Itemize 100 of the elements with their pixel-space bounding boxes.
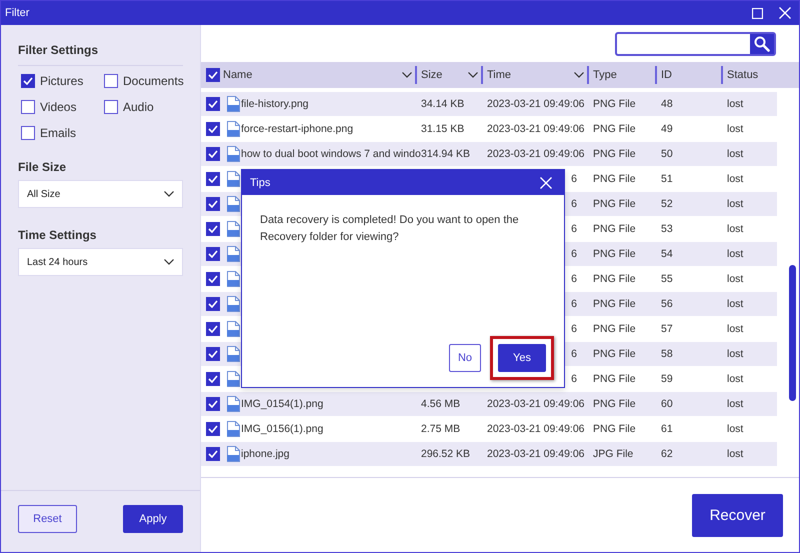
- checkbox-label: Pictures: [40, 74, 84, 88]
- table-cell: lost: [727, 373, 744, 385]
- table-cell: PNG File: [593, 273, 636, 285]
- table-cell: PNG File: [593, 423, 636, 435]
- checkbox[interactable]: [104, 74, 118, 88]
- checkbox[interactable]: [206, 447, 220, 461]
- table-cell: 51: [661, 173, 673, 185]
- table-cell: 6: [571, 223, 577, 235]
- column-header[interactable]: Size: [421, 69, 442, 81]
- table-cell: 58: [661, 348, 673, 360]
- table-cell: 6: [571, 198, 577, 210]
- table-cell: 6: [571, 348, 577, 360]
- table-cell: 62: [661, 448, 673, 460]
- checkbox[interactable]: [206, 122, 220, 136]
- search-button[interactable]: [750, 34, 774, 54]
- section-heading: File Size: [18, 160, 68, 174]
- file-icon: [226, 96, 240, 112]
- chevron-down-icon: [402, 72, 412, 78]
- reset-button[interactable]: Reset: [18, 504, 77, 532]
- checkbox[interactable]: [206, 222, 220, 236]
- checkbox[interactable]: [21, 100, 35, 114]
- table-cell: lost: [727, 173, 744, 185]
- table-cell: 2023-03-21 09:49:06: [487, 398, 584, 410]
- column-header[interactable]: Type: [593, 69, 617, 81]
- table-cell: lost: [727, 448, 744, 460]
- table-cell: 314.94 KB: [421, 148, 470, 160]
- table-cell: 61: [661, 423, 673, 435]
- table-cell: PNG File: [593, 173, 636, 185]
- table-cell: 31.15 KB: [421, 123, 464, 135]
- checkbox[interactable]: [21, 126, 35, 140]
- column-header[interactable]: Name: [223, 69, 252, 81]
- table-cell: PNG File: [593, 98, 636, 110]
- column-header[interactable]: ID: [661, 69, 672, 81]
- checkbox-label: Videos: [40, 100, 76, 114]
- table-cell: JPG File: [593, 448, 634, 460]
- no-button[interactable]: No: [449, 344, 481, 372]
- chevron-down-icon: [164, 259, 174, 265]
- file-name: force-restart-iphone.png: [241, 123, 354, 135]
- table-cell: 2023-03-21 09:49:06: [487, 123, 584, 135]
- table-row[interactable]: IMG_0154(1).png 4.56 MB 2023-03-21 09:49:06 PNG File 60 lost: [201, 392, 777, 417]
- table-cell: 48: [661, 98, 673, 110]
- checkbox[interactable]: [206, 397, 220, 411]
- checkbox[interactable]: [206, 322, 220, 336]
- table-cell: lost: [727, 273, 744, 285]
- table-cell: 2023-03-21 09:49:06: [487, 448, 584, 460]
- close-icon[interactable]: [779, 7, 791, 19]
- table-cell: 60: [661, 398, 673, 410]
- close-icon[interactable]: [540, 176, 552, 188]
- table-cell: lost: [727, 98, 744, 110]
- file-name: how to dual boot windows 7 and windo: [241, 148, 421, 160]
- checkbox[interactable]: [206, 197, 220, 211]
- search-field[interactable]: [615, 32, 776, 56]
- yes-button[interactable]: Yes: [498, 344, 546, 372]
- file-name: IMG_0156(1).png: [241, 423, 324, 435]
- table-cell: PNG File: [593, 348, 636, 360]
- column-header[interactable]: Time: [487, 69, 512, 81]
- table-cell: 50: [661, 148, 673, 160]
- table-cell: 2023-03-21 09:49:06: [487, 148, 584, 160]
- table-cell: 57: [661, 323, 673, 335]
- dialog-title: Tips: [250, 176, 270, 188]
- file-icon: [226, 446, 240, 462]
- checkbox[interactable]: [206, 297, 220, 311]
- table-cell: PNG File: [593, 398, 636, 410]
- checkbox[interactable]: [206, 147, 220, 161]
- dialog-message: Data recovery is completed! Do you want to open the Recovery folder for viewing?: [259, 213, 520, 245]
- table-cell: 55: [661, 273, 673, 285]
- table-cell: 6: [571, 273, 577, 285]
- table-cell: lost: [727, 223, 744, 235]
- table-cell: lost: [727, 398, 744, 410]
- checkbox[interactable]: [206, 172, 220, 186]
- table-cell: lost: [727, 423, 744, 435]
- checkbox[interactable]: [104, 100, 118, 114]
- table-cell: lost: [727, 148, 744, 160]
- dropdown[interactable]: Last 24 hours: [18, 248, 183, 276]
- recover-button[interactable]: Recover: [692, 494, 783, 536]
- checkbox[interactable]: [206, 347, 220, 361]
- checkbox[interactable]: [206, 247, 220, 261]
- checkbox-label: Audio: [123, 100, 154, 114]
- table-cell: 6: [571, 373, 577, 385]
- scrollbar-thumb[interactable]: [789, 265, 796, 401]
- table-row[interactable]: how to dual boot windows 7 and windo314.94 KB 2023-03-21 09:49:06 PNG File 50 lost: [201, 142, 777, 167]
- table-cell: 2023-03-21 09:49:06: [487, 423, 584, 435]
- dropdown[interactable]: All Size: [18, 180, 183, 208]
- file-name: file-history.png: [241, 98, 309, 110]
- apply-button[interactable]: Apply: [123, 504, 183, 532]
- maximize-icon[interactable]: [752, 8, 763, 18]
- file-icon: [226, 121, 240, 137]
- checkbox[interactable]: [21, 74, 35, 88]
- checkbox[interactable]: [206, 68, 220, 82]
- table-cell: 6: [571, 298, 577, 310]
- checkbox-label: Documents: [123, 74, 184, 88]
- checkbox[interactable]: [206, 97, 220, 111]
- table-cell: 6: [571, 323, 577, 335]
- table-cell: PNG File: [593, 248, 636, 260]
- checkbox[interactable]: [206, 422, 220, 436]
- checkbox[interactable]: [206, 272, 220, 286]
- table-row[interactable]: iphone.jpg 296.52 KB 2023-03-21 09:49:06 JPG File 62 lost: [201, 442, 777, 467]
- table-row[interactable]: file-history.png 34.14 KB 2023-03-21 09:49:06 PNG File 48 lost: [201, 92, 777, 117]
- checkbox[interactable]: [206, 372, 220, 386]
- column-header[interactable]: Status: [727, 69, 758, 81]
